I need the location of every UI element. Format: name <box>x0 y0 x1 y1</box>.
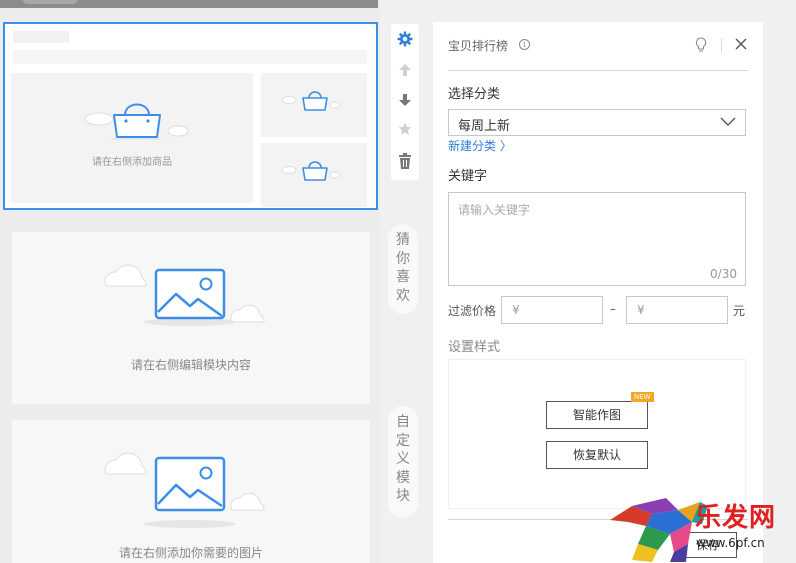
lightbulb-icon[interactable] <box>695 37 707 53</box>
gear-icon[interactable] <box>391 25 419 53</box>
placeholder-bar <box>13 50 367 64</box>
category-value: 每周上新 <box>458 119 511 134</box>
watermark-text: 乐发网 <box>695 503 777 533</box>
style-area: 智能作图 NEW 恢复默认 <box>448 359 746 509</box>
settings-panel: 宝贝排行榜 i 选择分类 每周上新 新建分类 〉 关键字 请输入关键字 0/30… <box>433 22 763 563</box>
custom-module[interactable]: 请在右侧添加你需要的图片 <box>12 420 370 563</box>
price-filter-label: 过滤价格 <box>448 304 497 318</box>
price-dash: – <box>610 302 616 316</box>
divider <box>448 70 748 71</box>
category-label: 选择分类 <box>448 87 501 102</box>
product-placeholder-large: 请在右侧添加商品 <box>11 73 253 203</box>
tab-custom-module[interactable]: 自 定 义 模 块 <box>388 406 418 518</box>
close-icon[interactable] <box>735 38 747 50</box>
shopping-bag-icon <box>84 103 189 140</box>
placeholder-title <box>13 31 69 43</box>
tab-guess-like[interactable]: 猜 你 喜 欢 <box>388 224 418 314</box>
trash-icon[interactable] <box>391 147 419 175</box>
product-placeholder-small <box>261 143 367 207</box>
price-max-input[interactable]: ¥ <box>626 296 728 324</box>
arrow-up-icon[interactable] <box>391 56 419 84</box>
module-caption: 请在右侧添加商品 <box>92 157 172 168</box>
keyword-label: 关键字 <box>448 169 488 184</box>
keyword-input[interactable]: 请输入关键字 0/30 <box>448 192 746 286</box>
module-toolbar <box>391 24 419 180</box>
info-icon[interactable]: i <box>519 39 530 50</box>
reset-default-button[interactable]: 恢复默认 <box>546 441 648 469</box>
module-caption: 请在右侧添加你需要的图片 <box>118 546 263 560</box>
star-icon[interactable] <box>391 115 419 143</box>
image-icon <box>104 452 265 528</box>
keyword-placeholder: 请输入关键字 <box>458 203 531 217</box>
new-badge: NEW <box>631 392 654 402</box>
smart-design-button[interactable]: 智能作图 NEW <box>546 392 654 429</box>
product-placeholder-small <box>261 73 367 137</box>
guess-like-module[interactable]: 请在右侧编辑模块内容 <box>12 232 370 404</box>
keyword-counter: 0/30 <box>710 267 737 281</box>
price-min-input[interactable]: ¥ <box>501 296 603 324</box>
image-icon <box>104 264 265 326</box>
price-unit: 元 <box>733 304 746 318</box>
previous-module-bar <box>0 0 378 8</box>
chevron-down-icon <box>720 117 736 126</box>
editor-canvas: 请在右侧添加商品 请在右侧编辑模块内容 请在右侧添加你需要的图片 <box>0 0 380 563</box>
watermark-url: www.6pf.cn <box>696 536 765 550</box>
panel-title: 宝贝排行榜 <box>448 39 509 53</box>
new-category-link[interactable]: 新建分类 〉 <box>448 137 512 154</box>
shopping-bag-icon <box>281 161 341 181</box>
style-label: 设置样式 <box>448 340 501 355</box>
category-select[interactable]: 每周上新 <box>448 109 746 136</box>
arrow-down-icon[interactable] <box>391 86 419 114</box>
shopping-bag-icon <box>281 91 341 111</box>
selected-ranking-module[interactable]: 请在右侧添加商品 <box>3 22 378 210</box>
module-caption: 请在右侧编辑模块内容 <box>130 358 251 372</box>
